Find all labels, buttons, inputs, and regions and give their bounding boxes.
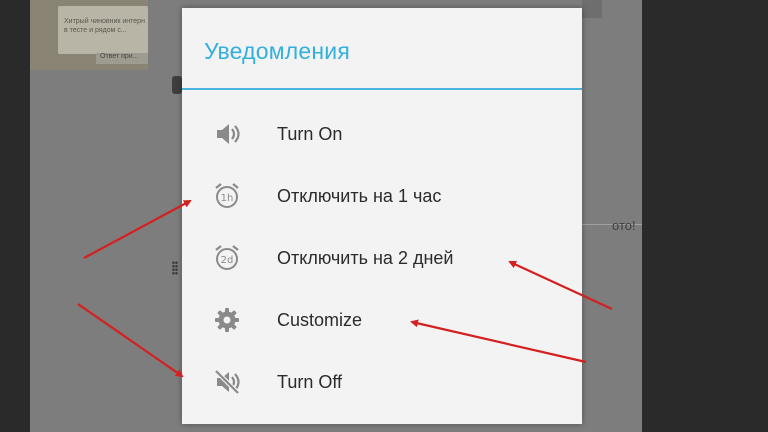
arrow-to-2-days xyxy=(508,260,613,310)
arrow-to-turn-off xyxy=(77,303,184,378)
arrow-to-customize xyxy=(410,319,587,364)
annotation-arrows xyxy=(77,200,613,378)
arrow-to-1-hour xyxy=(83,200,192,259)
